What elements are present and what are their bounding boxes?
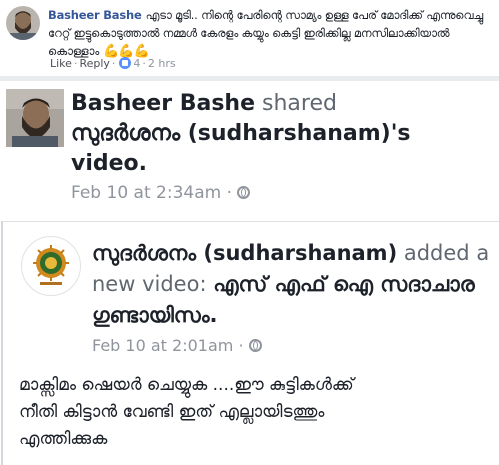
page-name-link[interactable]: സുദർശനം (sudharshanam)	[92, 241, 397, 265]
comment: Basheer Bashe എടാ മൂടി.. നിന്റെ പേരിന്റെ …	[0, 0, 499, 76]
shared-verb: shared	[262, 91, 337, 116]
like-link[interactable]: Like	[50, 57, 72, 70]
shared-post-time[interactable]: Feb 10 at 2:34am	[71, 183, 221, 203]
inner-post-time[interactable]: Feb 10 at 2:01am	[92, 336, 233, 355]
body-line: മാക്സിമം ഷെയർ ചെയ്യുക ....ഈ കുട്ടികൾക്ക്	[19, 375, 354, 395]
page-logo[interactable]	[21, 236, 81, 296]
inner-post-body: മാക്സിമം ഷെയർ ചെയ്യുക ....ഈ കുട്ടികൾക്ക്…	[19, 372, 489, 453]
shared-post-title: Basheer Bashe shared സുദർശനം (sudharshan…	[71, 89, 491, 179]
commenter-avatar[interactable]	[6, 6, 40, 40]
comment-time[interactable]: 2 hrs	[148, 57, 176, 70]
separator-dot: ·	[238, 336, 249, 355]
comment-actions: Like · Reply · 4 · 2 hrs	[50, 57, 176, 70]
separator-dot: ·	[73, 57, 78, 70]
video-link[interactable]: video.	[71, 151, 147, 176]
commenter-name[interactable]: Basheer Bashe	[48, 8, 142, 22]
body-line: നീതി കിട്ടാൻ വേണ്ടി ഇത് എല്ലായിടത്തും	[19, 402, 325, 422]
globe-icon[interactable]	[237, 186, 251, 199]
separator-dot: ·	[111, 57, 116, 70]
separator-dot: ·	[142, 57, 146, 70]
globe-icon[interactable]	[248, 339, 262, 352]
poster-avatar[interactable]	[6, 89, 64, 147]
inner-post-title: സുദർശനം (sudharshanam) added a new video…	[92, 238, 492, 331]
comment-text-block: Basheer Bashe എടാ മൂടി.. നിന്റെ പേരിന്റെ …	[48, 6, 496, 61]
section-divider	[0, 76, 499, 81]
reaction-count[interactable]: 4	[133, 57, 140, 70]
body-line: എത്തിക്കുക	[19, 429, 108, 449]
shared-content-card: സുദർശനം (sudharshanam) added a new video…	[1, 221, 499, 465]
separator-dot: ·	[226, 183, 238, 203]
shared-post-meta: Feb 10 at 2:34am ·	[71, 183, 251, 203]
like-reaction-icon[interactable]	[119, 57, 132, 69]
inner-post-meta: Feb 10 at 2:01am ·	[92, 336, 262, 355]
reply-link[interactable]: Reply	[79, 57, 109, 70]
poster-name[interactable]: Basheer Bashe	[71, 91, 255, 116]
source-page-link[interactable]: സുദർശനം (sudharshanam)'s	[71, 121, 411, 146]
